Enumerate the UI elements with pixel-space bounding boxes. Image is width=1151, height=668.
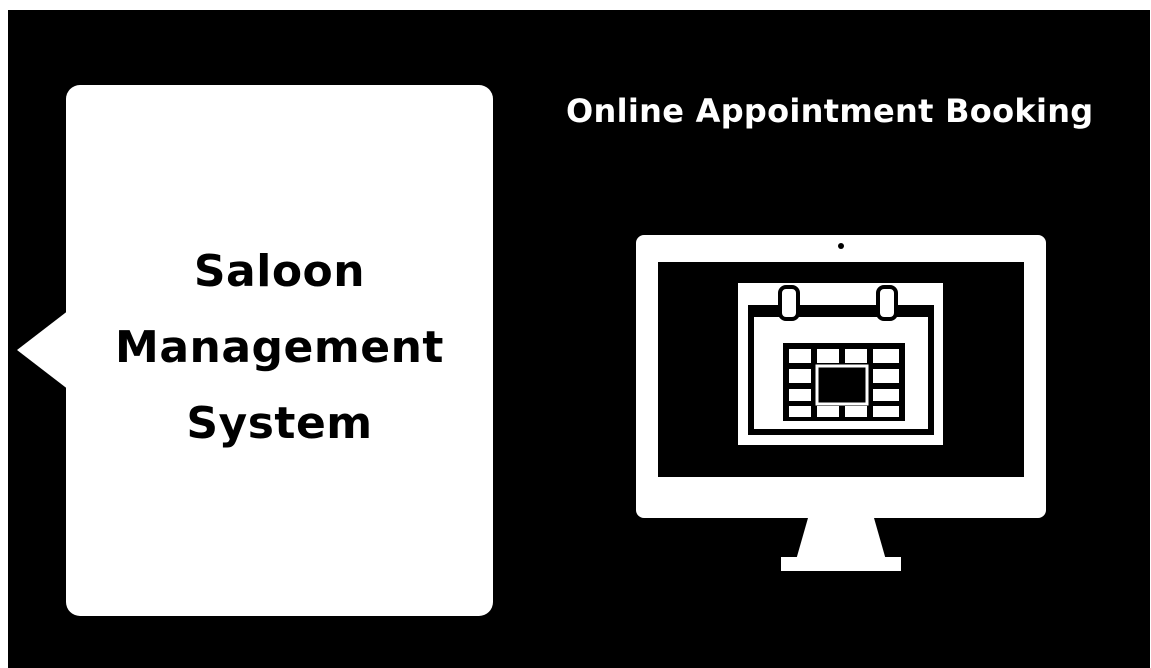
- speech-bubble: Saloon Management System: [66, 85, 493, 616]
- bubble-title-line-1: Saloon: [193, 245, 366, 297]
- monitor-calendar-icon: [636, 235, 1046, 580]
- banner-canvas: Saloon Management System Online Appointm…: [8, 10, 1150, 668]
- bubble-title-line-2: Management: [115, 321, 444, 373]
- calendar-icon: [738, 283, 943, 445]
- bubble-title-line-3: System: [186, 397, 373, 449]
- bubble-title: Saloon Management System: [115, 234, 444, 462]
- headline-text: Online Appointment Booking: [566, 92, 1094, 130]
- speech-bubble-tail: [17, 310, 69, 390]
